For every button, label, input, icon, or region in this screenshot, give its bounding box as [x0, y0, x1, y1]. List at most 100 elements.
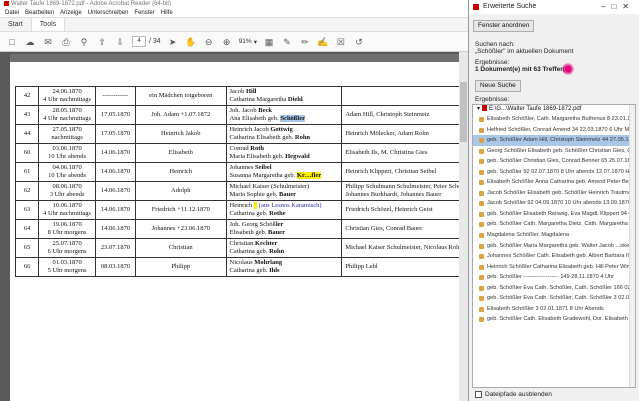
comment-icon[interactable]: ✎ — [281, 36, 293, 48]
search-result-item[interactable]: geb. Schößler Eva Cath. Schößler, Cath. … — [473, 293, 635, 304]
search-result-item[interactable]: geb. Schößler Adam Hill, Christoph Stein… — [473, 135, 635, 146]
collapse-icon[interactable]: ▾ — [477, 106, 480, 112]
menu-anzeige[interactable]: Anzeige — [57, 8, 85, 17]
child-name: ein Mädchen totgeboren — [135, 86, 227, 106]
document-view[interactable]: 42 24.06.1870 4 Uhr nachmittags -----------… — [0, 52, 468, 401]
more-tools-icon[interactable]: ↺ — [353, 36, 365, 48]
search-result-item[interactable]: Georg Schößler Elisabeth geb. Schößler C… — [473, 146, 635, 157]
baptism-date: 17.05.1870 — [95, 105, 136, 125]
search-result-item[interactable]: Elisabeth Schößler Anna Catharina geb. A… — [473, 177, 635, 188]
child-name: Johannes +23.06.1870 — [135, 219, 227, 239]
results-summary-value: 1 Dokument(e) mit 63 Treffer(n) — [475, 66, 572, 73]
hand-tool-icon[interactable]: ✋ — [185, 36, 197, 48]
window-controls[interactable]: –□✕ — [601, 0, 635, 14]
time-text: 8 Uhr morgens — [47, 229, 87, 236]
baptism-date: 14.06.1870 — [95, 162, 136, 182]
table-row: 42 24.06.1870 4 Uhr nachmittags -----------… — [14, 86, 468, 106]
birth-date: 25.07.1870 6 Uhr morgens — [38, 238, 96, 258]
result-file[interactable]: ▾ E:\G...\Walter Taufe 1869-1872.pdf — [473, 105, 635, 114]
hide-filename-option[interactable]: Dateipfade ausblenden — [475, 391, 552, 398]
page-down-icon[interactable]: ⇩ — [114, 36, 126, 48]
time-text: 4 Uhr nachmittags — [43, 115, 92, 122]
delete-icon[interactable]: ☒ — [335, 36, 347, 48]
father-name: Jacob Hill — [229, 88, 257, 95]
menu-fenster[interactable]: Fenster — [131, 8, 157, 17]
father-name: Conrad Roth — [229, 145, 265, 152]
zoom-select[interactable]: 91% ▾ — [239, 38, 257, 46]
table-row: 65 25.07.1870 6 Uhr morgens 23.07.1870 Chris… — [14, 238, 468, 258]
table-row: 60 03.06.1870 10 Uhr abends 14.06.1870 Elisa… — [14, 143, 468, 163]
child-name: Philipp — [135, 257, 227, 277]
table-row: 44 27.05.1870 nachmittags 17.05.1870 Heinric… — [14, 124, 468, 144]
search-result-item[interactable]: Johannes Schößler Cath. Elisabeth geb. A… — [473, 251, 635, 262]
document-scrollbar[interactable] — [459, 52, 468, 401]
scroll-thumb[interactable] — [460, 82, 467, 142]
search-result-item[interactable]: Magdalena Schößler, Magdalena — [473, 230, 635, 241]
search-result-item[interactable]: Jacob Schößler 92 04.09.1870 10 Uhr aben… — [473, 198, 635, 209]
search-result-item[interactable]: Helfried Schößler, Conrad Amend 34 22.03… — [473, 125, 635, 136]
upload-icon[interactable]: ☁ — [24, 36, 36, 48]
birth-date: 28.05.1870 4 Uhr nachmittags — [38, 105, 96, 125]
search-result-item[interactable]: Heinrich Schößler Catharina Elisabeth ge… — [473, 262, 635, 273]
birth-date: 19.06.1870 8 Uhr morgens — [38, 219, 96, 239]
baptism-date: 17.05.1870 — [95, 124, 136, 144]
arrange-windows-button[interactable]: Fenster anordnen — [473, 20, 535, 32]
godparents: Heinrich Mölecker, Adam Rohn — [341, 124, 468, 144]
table-row: 63 10.06.1870 4 Uhr nachmittags 14.06.1870 F… — [14, 200, 468, 220]
time-text: 4 Uhr nachmittags — [43, 96, 92, 103]
search-icon[interactable]: ⚲ — [78, 36, 90, 48]
father-name: Johannes Seibel — [229, 164, 272, 171]
baptism-date: 14.06.1870 — [95, 143, 136, 163]
zoom-in-icon[interactable]: ⊕ — [221, 36, 233, 48]
time-text: 5 Uhr morgens — [47, 267, 87, 274]
time-text: 3 Uhr abends — [49, 191, 85, 198]
select-tool-icon[interactable]: ➤ — [167, 36, 179, 48]
search-result-item[interactable]: geb. Schößler Eva Cath. Schößler, Cath. … — [473, 283, 635, 294]
results-list-label: Ergebnisse: — [475, 96, 510, 103]
new-search-button[interactable]: Neue Suche — [475, 80, 521, 92]
panel-title: Erweiterte Suche — [483, 3, 537, 10]
search-result-item[interactable]: Elisabeth Schößler, Cath. Margaretha But… — [473, 114, 635, 125]
tab-start[interactable]: Start — [0, 18, 31, 31]
menu-hilfe[interactable]: Hilfe — [158, 8, 176, 17]
search-result-item[interactable]: geb. Schößler Elisabeth Reiswig, Eva Mag… — [473, 209, 635, 220]
page-up-icon[interactable]: ⇧ — [96, 36, 108, 48]
pdf-icon — [473, 4, 479, 10]
search-result-item[interactable]: geb. Schößler ------------------- 149 28… — [473, 272, 635, 283]
highlight-icon[interactable]: ✏ — [299, 36, 311, 48]
mother-name: Catharina geb. Rohn — [229, 248, 285, 255]
search-result-item[interactable]: Jacob Schößler Elisabeth geb. Schößler H… — [473, 188, 635, 199]
child-name: Friedrich +11.12.1870 — [135, 200, 227, 220]
email-icon[interactable]: ✉ — [42, 36, 54, 48]
date-text: 03.06.1870 — [52, 145, 82, 152]
search-result-item[interactable]: geb. Schößler Cath. Margaretha Dietz, Ca… — [473, 219, 635, 230]
father-name: Heinrich Jacob Gottwig — [229, 126, 293, 133]
print-icon[interactable]: ⎙ — [60, 36, 72, 48]
results-list[interactable]: ▾ E:\G...\Walter Taufe 1869-1872.pdf Elis… — [472, 104, 636, 388]
search-result-item[interactable]: geb. Schößler 92 02.07.1870 8 Uhr abends… — [473, 167, 635, 178]
baptism-date: 23.07.1870 — [95, 238, 136, 258]
window-title: Walter Taufe 1869-1872.pdf - Adobe Acrob… — [11, 1, 172, 7]
child-name: Adolph — [135, 181, 227, 201]
results-scrollbar[interactable] — [629, 105, 635, 387]
zoom-out-icon[interactable]: ⊖ — [203, 36, 215, 48]
hide-filename-checkbox[interactable] — [475, 391, 482, 398]
baptism-date: 14.06.1870 — [95, 219, 136, 239]
fit-page-icon[interactable]: ▦ — [263, 36, 275, 48]
menu-bearbeiten[interactable]: Bearbeiten — [22, 8, 57, 17]
menu-datei[interactable]: Datei — [2, 8, 22, 17]
father-name: Joh. Georg Schößler — [229, 221, 284, 228]
menu-unterschreiben[interactable]: Unterschreiben — [85, 8, 132, 17]
tab-tools[interactable]: Tools — [30, 18, 66, 31]
page-number-input[interactable]: 4 — [132, 36, 146, 47]
search-result-item[interactable]: geb. Schößler Christian Gies, Conrad Ben… — [473, 156, 635, 167]
save-icon[interactable]: □ — [6, 36, 18, 48]
mother-name: Catharina geb. Ihls — [229, 267, 280, 274]
date-text: 19.06.1870 — [52, 221, 82, 228]
stamp-icon[interactable]: ✍ — [317, 36, 329, 48]
search-result-item[interactable]: geb. Schößler Cath. Elisabeth Gradewohl,… — [473, 314, 635, 325]
search-result-item[interactable]: Elisabeth Schößler 3 02.01.1871 8 Uhr Ab… — [473, 304, 635, 315]
birth-date: 01.03.1870 5 Uhr morgens — [38, 257, 96, 277]
birth-date: 24.06.1870 4 Uhr nachmittags — [38, 86, 96, 106]
search-result-item[interactable]: geb. Schößler Maria Margaretha geb. Walt… — [473, 241, 635, 252]
